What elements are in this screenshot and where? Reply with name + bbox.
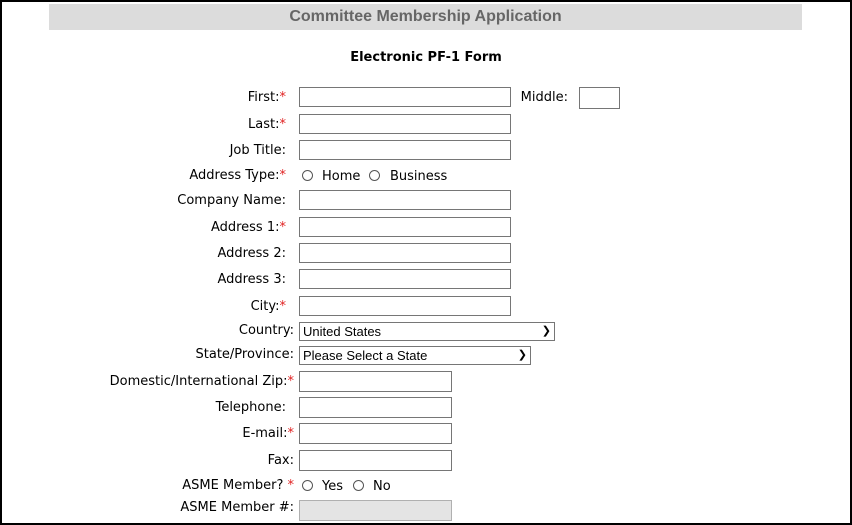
zip-label: Domestic/International Zip:* <box>109 374 295 389</box>
address-type-label: Address Type:* <box>189 168 286 183</box>
zip-input[interactable] <box>299 371 452 392</box>
country-label: Country: <box>238 323 294 338</box>
first-label: First:* <box>247 90 287 105</box>
form-subtitle: Electronic PF-1 Form <box>350 50 502 65</box>
telephone-label: Telephone: <box>215 400 286 415</box>
yes-option-label: Yes <box>322 479 343 494</box>
address2-input[interactable] <box>299 243 511 263</box>
asme-member-no-radio[interactable] <box>353 480 364 491</box>
country-select[interactable]: United States ❯ <box>299 322 555 341</box>
last-name-input[interactable] <box>299 114 511 134</box>
required-marker: * <box>279 220 287 235</box>
required-marker: * <box>279 168 287 183</box>
company-name-label: Company Name: <box>177 193 286 208</box>
state-select[interactable]: Please Select a State ❯ <box>299 346 531 365</box>
business-option-label: Business <box>390 169 448 184</box>
state-selected-value: Please Select a State <box>303 348 428 363</box>
asme-member-yes-radio[interactable] <box>302 480 313 491</box>
address-type-home-radio[interactable] <box>302 170 313 181</box>
no-option-label: No <box>373 479 391 494</box>
chevron-down-icon: ❯ <box>517 349 527 361</box>
country-selected-value: United States <box>303 324 382 339</box>
address-type-business-radio[interactable] <box>369 170 380 181</box>
middle-label: Middle: <box>520 90 568 105</box>
address1-input[interactable] <box>299 217 511 237</box>
required-marker: * <box>287 478 295 493</box>
asme-number-label: ASME Member #: <box>180 500 294 515</box>
fax-input[interactable] <box>299 450 452 471</box>
email-label: E-mail:* <box>242 426 294 441</box>
email-input[interactable] <box>299 423 452 444</box>
first-name-input[interactable] <box>299 87 511 107</box>
city-input[interactable] <box>299 296 511 316</box>
home-option-label: Home <box>322 169 361 184</box>
required-marker: * <box>279 299 287 314</box>
middle-name-input[interactable] <box>579 87 620 109</box>
required-marker: * <box>287 426 295 441</box>
page-title: Committee Membership Application <box>49 4 802 30</box>
asme-number-input <box>299 500 452 521</box>
job-title-input[interactable] <box>299 140 511 160</box>
address2-label: Address 2: <box>217 246 286 261</box>
city-label: City:* <box>250 299 287 314</box>
job-title-label: Job Title: <box>229 143 286 158</box>
telephone-input[interactable] <box>299 397 452 418</box>
state-label: State/Province: <box>195 347 294 362</box>
address3-input[interactable] <box>299 269 511 289</box>
required-marker: * <box>279 90 287 105</box>
required-marker: * <box>279 117 287 132</box>
company-name-input[interactable] <box>299 190 511 210</box>
address1-label: Address 1:* <box>210 220 287 235</box>
asme-member-label: ASME Member? * <box>182 478 294 493</box>
address3-label: Address 3: <box>217 272 286 287</box>
last-label: Last:* <box>248 117 286 132</box>
chevron-down-icon: ❯ <box>541 325 551 337</box>
required-marker: * <box>287 374 295 389</box>
fax-label: Fax: <box>267 453 294 468</box>
